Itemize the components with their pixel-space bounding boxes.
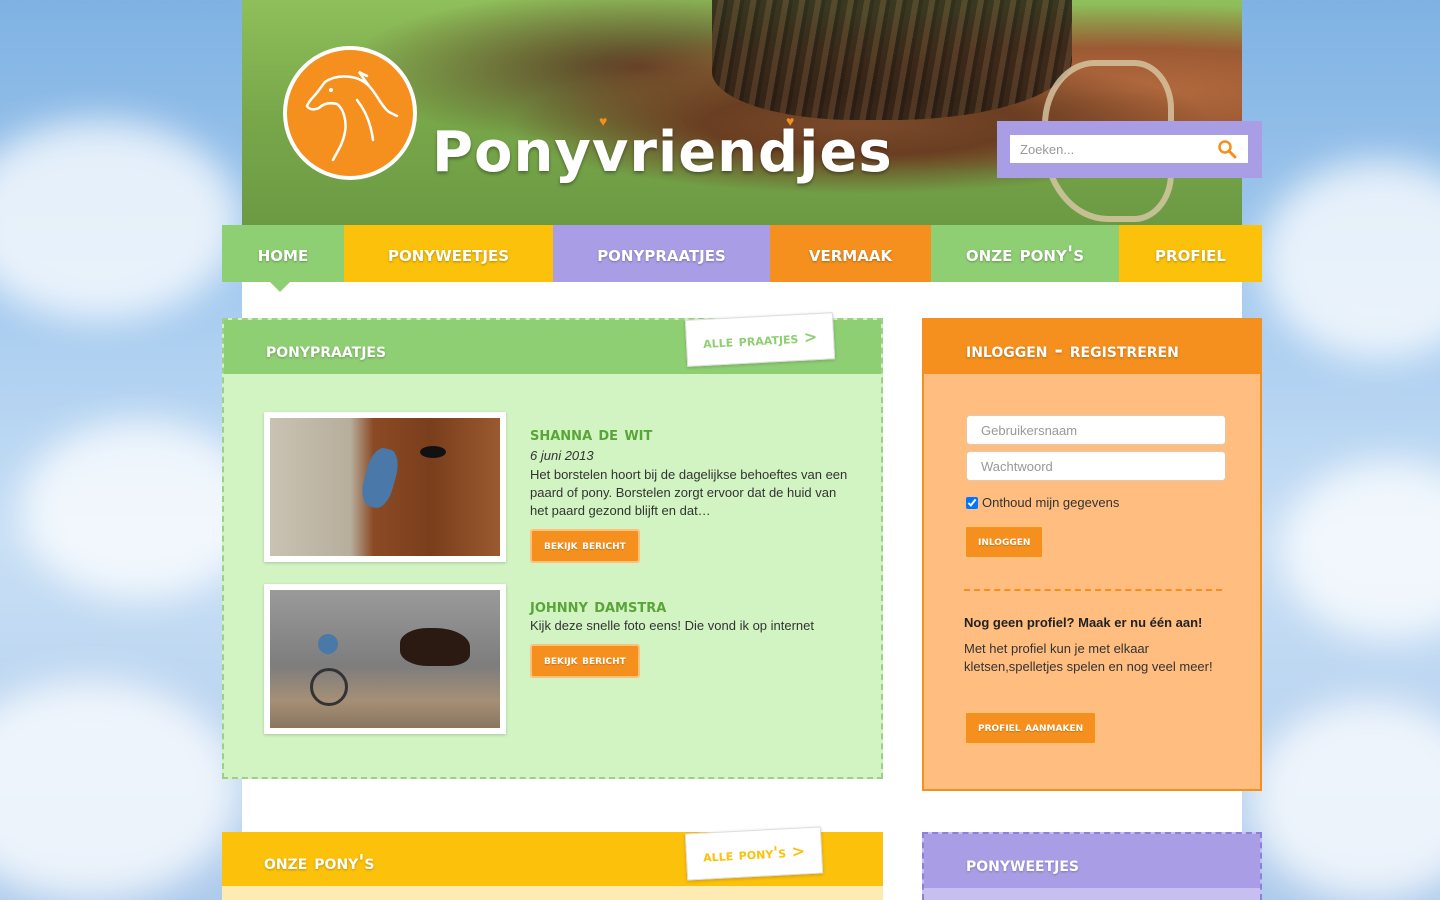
harness-race-photo — [270, 590, 500, 728]
onze-ponys-title: Onze pony's — [264, 850, 375, 874]
cloud-decoration — [1250, 700, 1440, 900]
post-author[interactable]: Johnny Damstra — [530, 596, 666, 617]
brush-image — [357, 445, 403, 511]
nav-item-ponypraatjes[interactable]: Ponypraatjes — [553, 225, 770, 282]
post-image[interactable] — [264, 584, 506, 734]
horse-eye-image — [420, 446, 446, 458]
post-excerpt: Kijk deze snelle foto eens! Die vond ik … — [530, 618, 815, 633]
post-image[interactable] — [264, 412, 506, 562]
sulky-wheel-image — [310, 668, 348, 706]
nav-item-onze-ponys[interactable]: Onze pony's — [931, 225, 1119, 282]
logo[interactable] — [283, 46, 417, 180]
heart-icon: ♥ — [599, 113, 608, 129]
remember-label: Onthoud mijn gegevens — [982, 495, 1120, 510]
ponyweetjes-panel: Ponyweetjes — [922, 832, 1262, 900]
driver-image — [318, 634, 338, 654]
cloud-decoration — [0, 120, 240, 320]
ponyweetjes-header: Ponyweetjes — [924, 834, 1260, 888]
login-button[interactable]: Inloggen — [964, 525, 1045, 559]
nav-item-ponyweetjes[interactable]: Ponyweetjes — [344, 225, 553, 282]
remember-checkbox[interactable] — [966, 496, 978, 509]
post-date: 6 juni 2013 — [530, 448, 594, 463]
post-author[interactable]: Shanna de Wit — [530, 424, 652, 445]
register-heading: Nog geen profiel? Maak er nu één aan! — [964, 615, 1203, 630]
post-excerpt: Het borstelen hoort bij de dagelijkse be… — [530, 467, 848, 518]
cloud-decoration — [1280, 460, 1440, 640]
ponypraatjes-panel: Ponypraatjes Shanna de Wit 6 juni 2013 H… — [222, 318, 883, 779]
username-field[interactable] — [966, 415, 1226, 445]
nav-item-profiel[interactable]: Profiel — [1119, 225, 1262, 282]
horse-head-icon — [305, 70, 399, 162]
create-profile-button[interactable]: Profiel aanmaken — [964, 711, 1098, 745]
view-post-button[interactable]: Bekijk bericht — [530, 529, 640, 563]
brand-name: Ponyvriendjes — [432, 120, 893, 185]
search-input[interactable] — [1010, 135, 1248, 163]
cloud-decoration — [1260, 160, 1440, 360]
all-ponys-link[interactable]: Alle pony's > — [684, 826, 824, 881]
main-navigation: Home Ponyweetjes Ponypraatjes Vermaak On… — [222, 225, 1262, 282]
login-header: Inloggen - Registreren — [924, 320, 1260, 374]
horse-grooming-photo — [270, 418, 500, 556]
pony-mane-image — [712, 0, 1072, 120]
ponypraatjes-title: Ponypraatjes — [266, 338, 387, 362]
ponyweetjes-title: Ponyweetjes — [966, 852, 1079, 876]
view-post-button[interactable]: Bekijk bericht — [530, 644, 640, 678]
nav-active-indicator — [270, 282, 290, 292]
remember-me[interactable]: Onthoud mijn gegevens — [964, 495, 1119, 510]
cloud-decoration — [0, 680, 240, 900]
login-title: Inloggen - Registreren — [966, 338, 1179, 362]
heart-icon: ♥ — [786, 113, 795, 129]
racing-horse-image — [400, 628, 470, 666]
nav-item-vermaak[interactable]: Vermaak — [770, 225, 931, 282]
register-text: Met het profiel kun je met elkaar kletse… — [964, 641, 1213, 674]
all-chats-link[interactable]: Alle praatjes > — [684, 312, 836, 367]
divider — [964, 589, 1222, 591]
search-icon[interactable] — [1217, 139, 1237, 159]
password-field[interactable] — [966, 451, 1226, 481]
nav-item-home[interactable]: Home — [222, 225, 344, 282]
search-box — [997, 121, 1262, 178]
login-panel: Inloggen - Registreren Onthoud mijn gege… — [922, 318, 1262, 791]
